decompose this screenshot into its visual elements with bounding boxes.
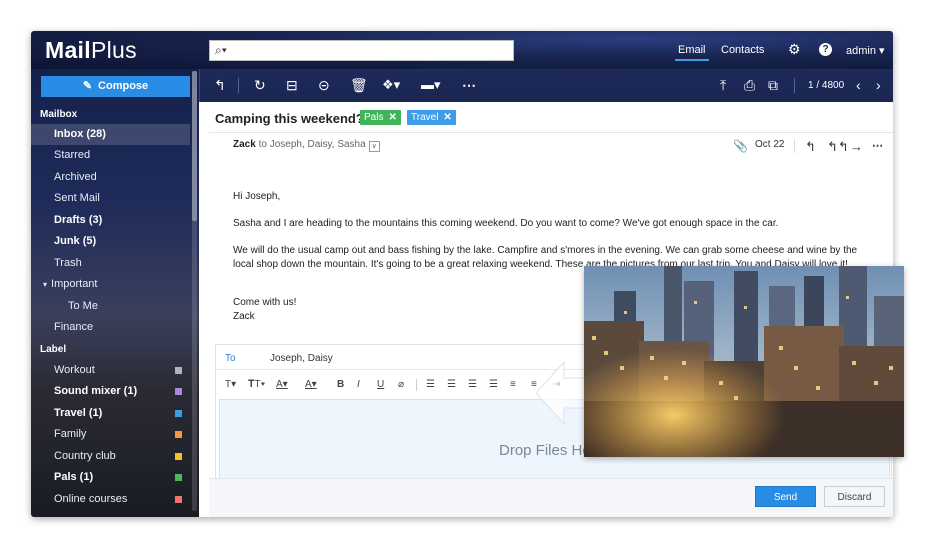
page-counter: 1 / 4800 xyxy=(808,80,845,91)
caret-down-icon[interactable]: ▾ xyxy=(43,280,47,289)
mailbox-heading: Mailbox xyxy=(40,109,78,120)
font-size-icon[interactable]: 𝐓T▾ xyxy=(248,379,265,390)
more-options-icon[interactable]: ⋯ xyxy=(872,139,883,152)
to-label: To xyxy=(225,353,236,364)
tag-travel[interactable]: Travel ✕ xyxy=(407,110,456,125)
open-window-icon[interactable]: ⧉ xyxy=(768,77,778,93)
justify-icon[interactable]: ☰ xyxy=(489,379,498,390)
search-input[interactable]: ⌕▾ xyxy=(209,40,514,61)
toolbar-divider xyxy=(794,78,795,93)
sidebar-scrollbar[interactable] xyxy=(192,71,197,511)
sidebar-item-sent[interactable]: Sent Mail xyxy=(31,188,190,209)
label-item-online-courses[interactable]: Online courses xyxy=(31,489,190,510)
tag-pals[interactable]: Pals ✕ xyxy=(360,110,401,125)
reply-icon[interactable]: ↰ xyxy=(805,139,816,155)
meta-divider xyxy=(794,139,795,153)
message-greeting: Hi Joseph, xyxy=(233,191,281,202)
sidebar-item-drafts[interactable]: Drafts (3) xyxy=(31,210,190,231)
label-color-swatch xyxy=(175,431,182,438)
nav-contacts-link[interactable]: Contacts xyxy=(721,44,764,56)
font-family-icon[interactable]: T▾ xyxy=(225,379,236,390)
message-subject: Camping this weekend? xyxy=(215,111,364,126)
format-divider xyxy=(416,379,417,391)
label-color-swatch xyxy=(175,388,182,395)
label-color-swatch xyxy=(175,474,182,481)
pencil-icon: ✎ xyxy=(82,80,93,92)
forward-icon[interactable]: → xyxy=(850,139,863,154)
label-heading: Label xyxy=(40,344,67,355)
details-dropdown-icon[interactable]: ∨ xyxy=(368,141,380,152)
archive-icon[interactable]: ⊟ xyxy=(286,77,298,93)
align-center-icon[interactable]: ☰ xyxy=(447,379,456,390)
settings-gear-icon[interactable]: ⚙ xyxy=(788,41,801,58)
italic-icon[interactable]: I xyxy=(357,379,360,390)
reply-all-icon[interactable]: ↰↰ xyxy=(827,139,849,155)
app-logo: MailPlus xyxy=(45,37,137,63)
attachment-icon[interactable]: 📎 xyxy=(733,139,748,153)
label-item-country-club[interactable]: Country club xyxy=(31,446,190,467)
next-page-icon[interactable]: › xyxy=(876,77,881,93)
message-from: Zack to Joseph, Daisy, Sasha ∨ xyxy=(233,139,380,152)
top-bar: MailPlus ⌕▾ Email Contacts ⚙ ? admin ▾ xyxy=(31,31,893,69)
label-color-swatch xyxy=(175,453,182,460)
nav-email-link[interactable]: Email xyxy=(675,44,708,61)
remove-tag-icon[interactable]: ✕ xyxy=(388,112,396,123)
sidebar-item-to-me[interactable]: To Me xyxy=(31,296,190,317)
sidebar-item-important[interactable]: ▾ Important xyxy=(31,274,190,295)
message-toolbar: ↰ ↻ ⊟ ⊝ 🗑 ❖▾ ▬▾ ⋯ ⤒ ⎙ ⧉ 1 / 4800 ‹ › xyxy=(199,69,893,102)
toolbar-divider xyxy=(238,78,239,93)
dragged-city-photo[interactable] xyxy=(584,266,904,457)
compose-button[interactable]: ✎ Compose xyxy=(41,76,190,97)
user-menu[interactable]: admin ▾ xyxy=(846,44,885,57)
label-color-swatch xyxy=(175,367,182,374)
numbered-list-icon[interactable]: ≡ xyxy=(510,379,516,390)
highlight-color-icon[interactable]: A▾ xyxy=(305,379,317,390)
search-icon[interactable]: ⌕▾ xyxy=(215,43,227,58)
sidebar-item-starred[interactable]: Starred xyxy=(31,145,190,166)
sender-name[interactable]: Zack xyxy=(233,139,256,150)
send-button[interactable]: Send xyxy=(755,486,816,507)
move-to-top-icon[interactable]: ⤒ xyxy=(720,77,726,93)
more-actions-icon[interactable]: ⋯ xyxy=(462,77,476,93)
discard-button[interactable]: Discard xyxy=(824,486,885,507)
scrollbar-thumb[interactable] xyxy=(192,71,197,221)
sidebar-item-inbox[interactable]: Inbox (28) xyxy=(31,124,190,145)
label-item-sound-mixer[interactable]: Sound mixer (1) xyxy=(31,381,190,402)
back-arrow-icon[interactable]: ↰ xyxy=(214,77,226,93)
sidebar-item-finance[interactable]: Finance xyxy=(31,317,190,338)
header-divider xyxy=(209,132,893,133)
sidebar: ✎ Compose Mailbox Inbox (28) Starred Arch… xyxy=(31,69,199,517)
bold-icon[interactable]: B xyxy=(337,379,344,390)
move-folder-icon[interactable]: ▬▾ xyxy=(421,77,441,93)
message-date: Oct 22 xyxy=(755,139,785,150)
sidebar-item-archived[interactable]: Archived xyxy=(31,167,190,188)
label-item-pals[interactable]: Pals (1) xyxy=(31,467,190,488)
align-left-icon[interactable]: ☰ xyxy=(426,379,435,390)
block-icon[interactable]: ⊝ xyxy=(318,77,330,93)
tag-icon[interactable]: ❖▾ xyxy=(382,77,400,93)
message-paragraph: Sasha and I are heading to the mountains… xyxy=(233,218,779,229)
refresh-icon[interactable]: ↻ xyxy=(254,77,266,93)
align-right-icon[interactable]: ☰ xyxy=(468,379,477,390)
print-icon[interactable]: ⎙ xyxy=(744,77,755,93)
sidebar-item-trash[interactable]: Trash xyxy=(31,253,190,274)
label-item-travel[interactable]: Travel (1) xyxy=(31,403,190,424)
recipients: to Joseph, Daisy, Sasha xyxy=(258,139,366,150)
text-color-icon[interactable]: A▾ xyxy=(276,379,288,390)
label-color-swatch xyxy=(175,410,182,417)
trash-icon[interactable]: 🗑 xyxy=(350,77,368,93)
drag-arrow-icon xyxy=(536,362,590,424)
remove-tag-icon[interactable]: ✕ xyxy=(443,112,451,123)
to-recipients-field[interactable]: Joseph, Daisy xyxy=(270,353,333,364)
label-color-swatch xyxy=(175,496,182,503)
help-icon[interactable]: ? xyxy=(819,43,832,56)
clear-format-icon[interactable]: ⌀ xyxy=(398,379,404,390)
sidebar-item-junk[interactable]: Junk (5) xyxy=(31,231,190,252)
prev-page-icon[interactable]: ‹ xyxy=(856,77,861,93)
underline-icon[interactable]: U xyxy=(377,379,384,390)
label-item-family[interactable]: Family xyxy=(31,424,190,445)
label-item-workout[interactable]: Workout xyxy=(31,360,190,381)
